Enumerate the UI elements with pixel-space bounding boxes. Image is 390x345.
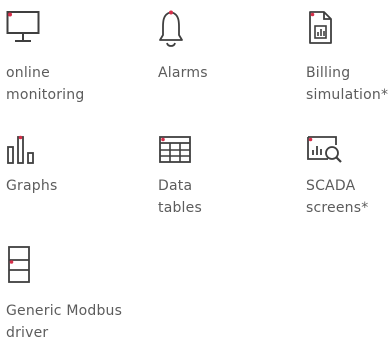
- feature-label: Generic Modbus driver: [6, 303, 123, 341]
- feature-label: Billing simulation*: [306, 65, 389, 103]
- monitor-icon: [6, 11, 40, 42]
- feature-label: SCADA screens*: [306, 178, 369, 216]
- feature-label: online monitoring: [6, 65, 85, 103]
- invoice-chart-icon: [309, 11, 332, 44]
- feature-label: Graphs: [6, 178, 58, 194]
- feature-label: Data tables: [158, 178, 202, 216]
- chart-magnifier-icon: [307, 136, 342, 163]
- modbus-device-icon: [8, 246, 30, 283]
- bar-graph-icon: [7, 135, 34, 164]
- feature-label: Alarms: [158, 65, 208, 81]
- table-grid-icon: [159, 136, 191, 163]
- bell-icon: [159, 10, 183, 47]
